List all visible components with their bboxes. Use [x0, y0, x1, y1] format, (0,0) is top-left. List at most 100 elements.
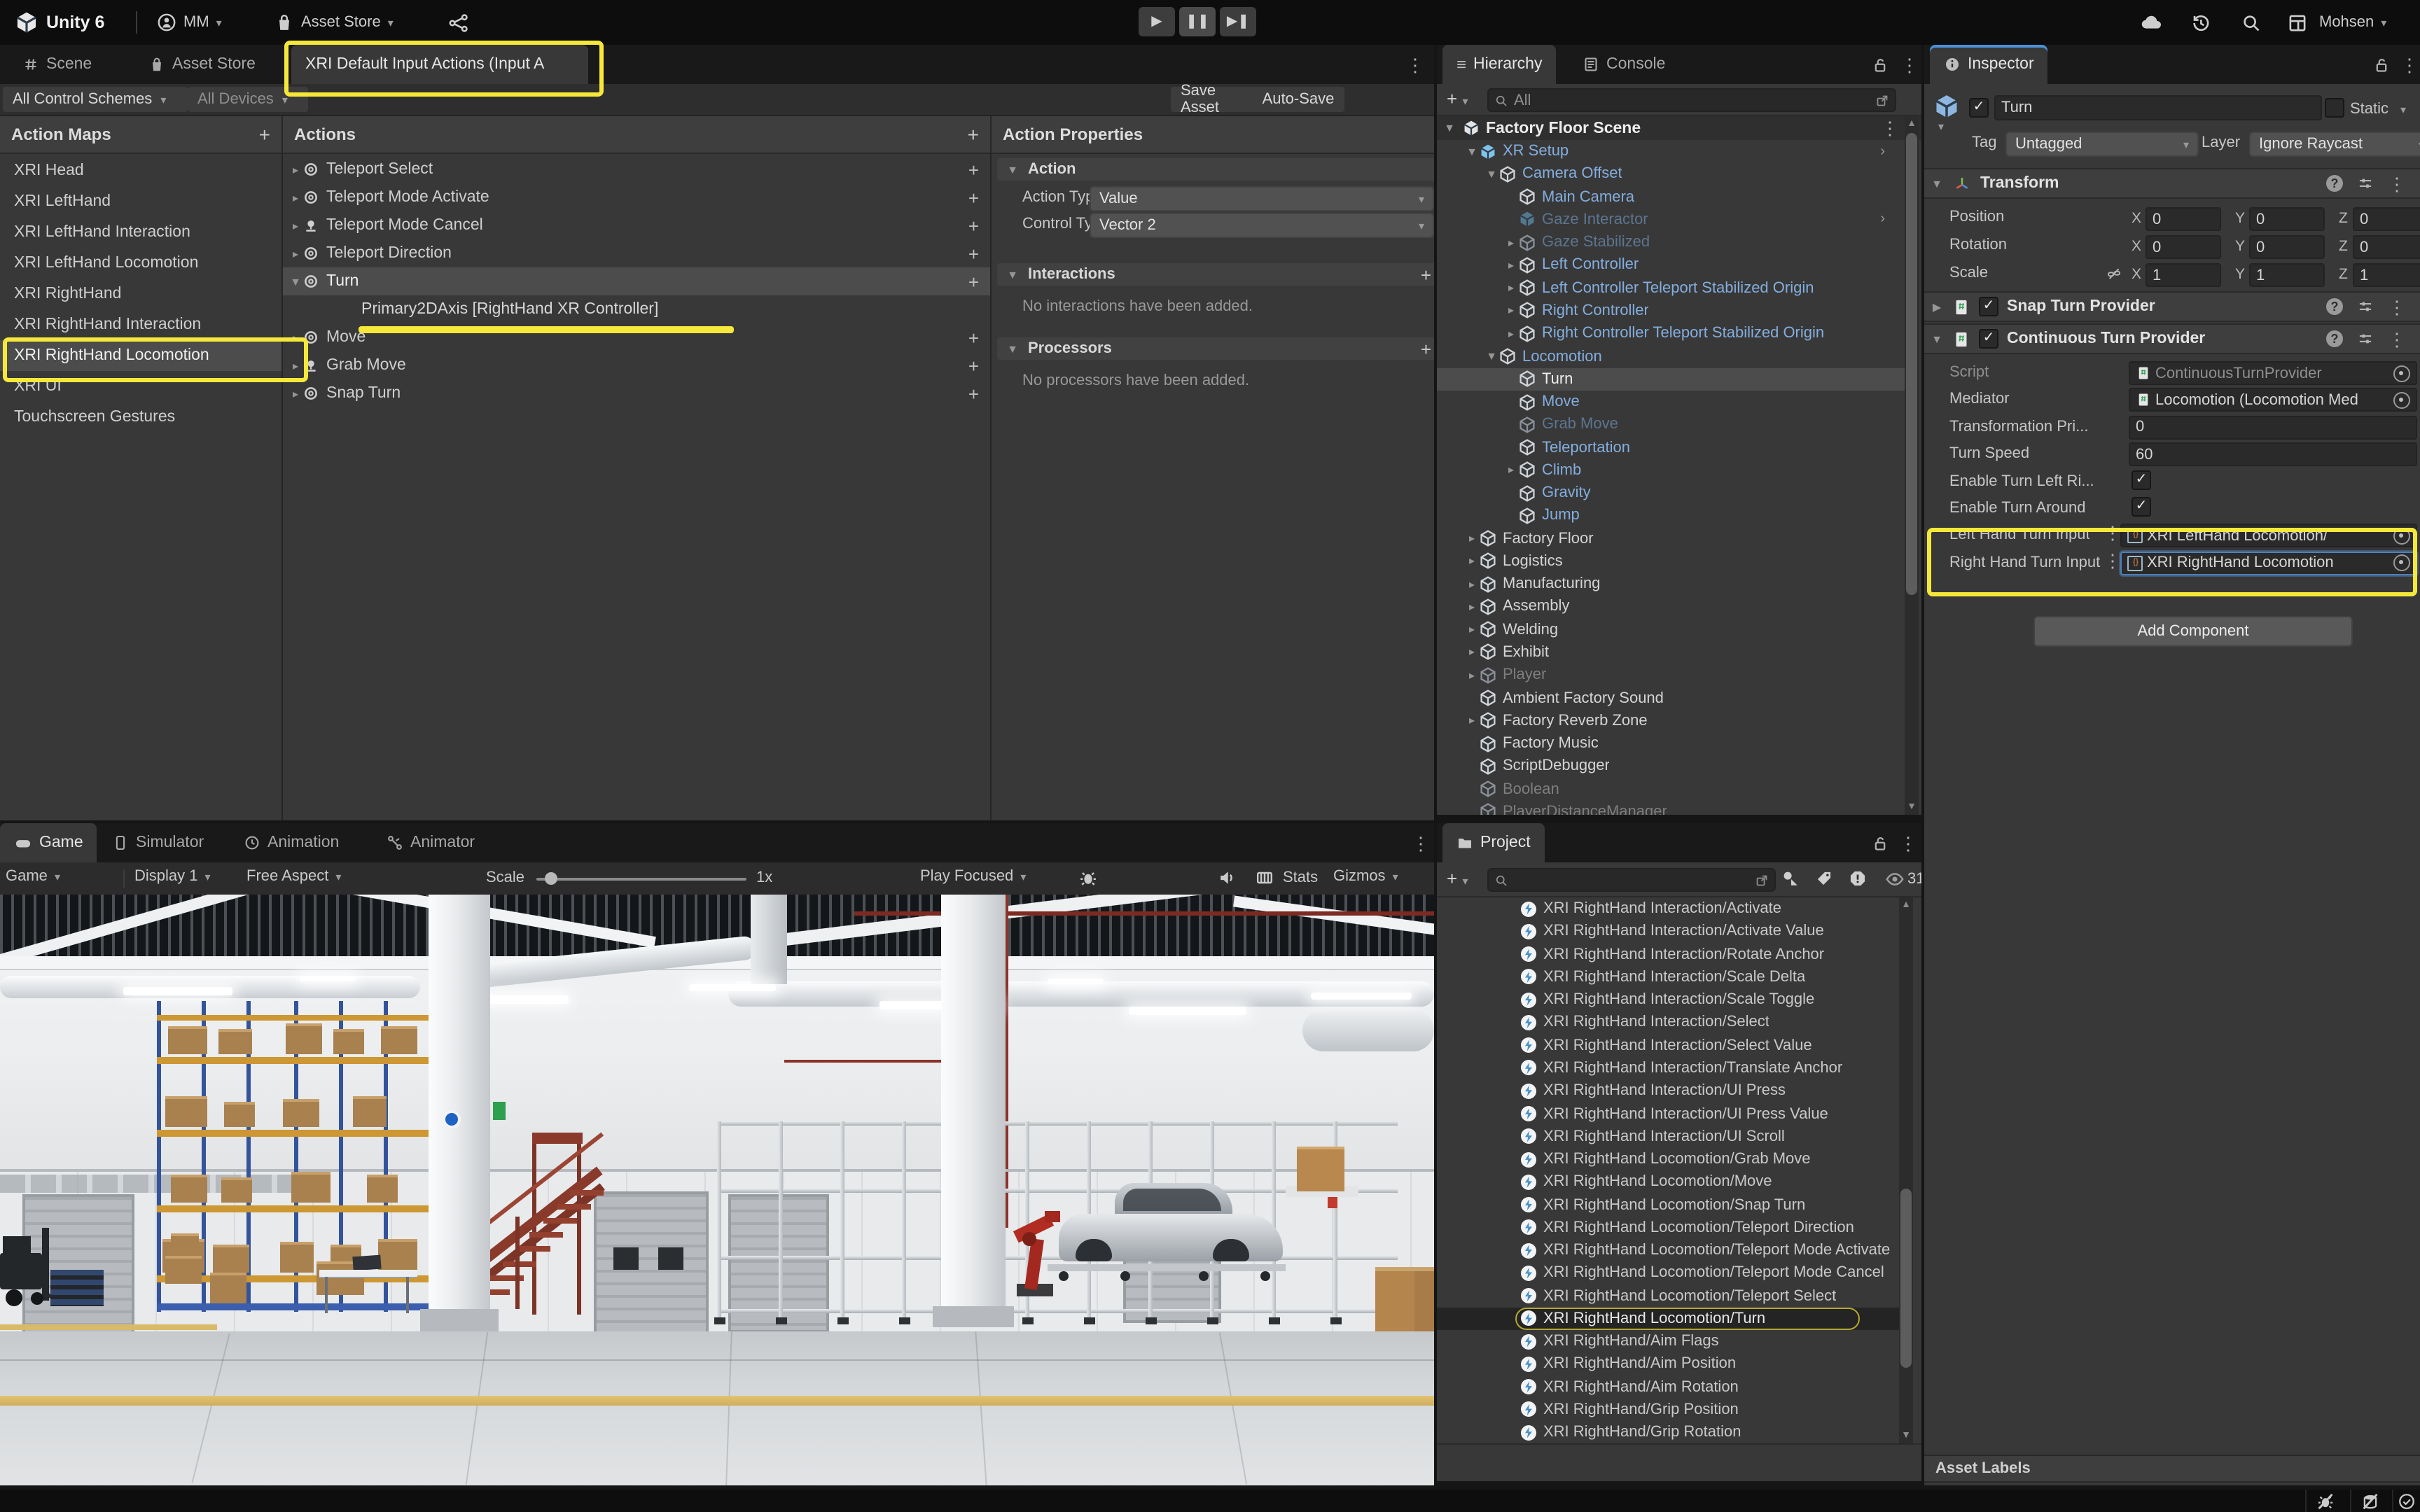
- add-binding-button[interactable]: +: [968, 159, 979, 180]
- binding-item[interactable]: Primary2DAxis [RightHand XR Controller]: [283, 295, 990, 323]
- component-enabled-checkbox[interactable]: ✓: [1979, 297, 1998, 316]
- hierarchy-create-button[interactable]: + ▾: [1447, 88, 1468, 109]
- expand-arrow-icon[interactable]: ▸: [1465, 623, 1479, 636]
- hierarchy-item-xr-setup[interactable]: ▼XR Setup›: [1437, 140, 1905, 163]
- help-icon[interactable]: ?: [2326, 330, 2343, 347]
- debug-bug-icon[interactable]: [1078, 868, 1098, 888]
- project-item[interactable]: XRI RightHand Interaction/Activate Value: [1437, 920, 1899, 944]
- tab-hierarchy[interactable]: ≡Hierarchy: [1442, 45, 1556, 84]
- game-kebab-icon[interactable]: ⋮: [1412, 834, 1430, 853]
- control-schemes-dropdown[interactable]: All Control Schemes▾: [3, 87, 188, 112]
- action-map-item[interactable]: XRI RightHand: [0, 279, 281, 309]
- transform-scale-y-field[interactable]: 1: [2249, 263, 2325, 287]
- scale-link-icon[interactable]: [2106, 266, 2122, 281]
- object-picker-icon[interactable]: [2393, 528, 2410, 545]
- inspector-kebab-icon[interactable]: ⋮: [2400, 56, 2419, 74]
- lock-icon[interactable]: [2372, 56, 2391, 74]
- pause-button[interactable]: ❚❚: [1179, 7, 1216, 36]
- project-item[interactable]: XRI RightHand Interaction/Rotate Anchor: [1437, 943, 1899, 966]
- label-filter-icon[interactable]: [1815, 869, 1833, 888]
- component-enabled-checkbox[interactable]: ✓: [1979, 329, 1998, 349]
- expand-arrow-icon[interactable]: ▸: [1504, 304, 1518, 317]
- project-item[interactable]: XRI RightHand Locomotion/Teleport Select: [1437, 1284, 1899, 1308]
- help-icon[interactable]: ?: [2326, 175, 2343, 192]
- auto-save-toggle[interactable]: Auto-Save: [1252, 87, 1344, 112]
- hierarchy-item-left-controller-teleport-stabilized-origin[interactable]: ▸Left Controller Teleport Stabilized Ori…: [1437, 276, 1905, 300]
- project-item[interactable]: XRI RightHand Interaction/UI Press Value: [1437, 1102, 1899, 1126]
- action-section-header[interactable]: ▼Action: [997, 158, 1440, 181]
- continuous-turn-provider-header[interactable]: ▼ ✓ Continuous Turn Provider ? ⋮: [1924, 323, 2420, 354]
- project-item[interactable]: XRI RightHand Interaction/Activate: [1437, 897, 1899, 920]
- transform-rotation-z-field[interactable]: 0: [2353, 235, 2420, 259]
- add-processor-button[interactable]: +: [1421, 338, 1431, 359]
- scale-slider[interactable]: [536, 878, 746, 881]
- presets-icon[interactable]: [2357, 298, 2374, 315]
- static-checkbox[interactable]: [2325, 98, 2344, 118]
- aspect-dropdown[interactable]: Free Aspect▾: [246, 868, 341, 885]
- action-map-item[interactable]: XRI UI: [0, 371, 281, 402]
- action-item[interactable]: ▸Teleport Mode Activate+: [283, 183, 990, 211]
- expand-arrow-icon[interactable]: ▸: [1504, 464, 1518, 477]
- icon-picker-caret[interactable]: ▾: [1938, 120, 1944, 133]
- help-icon[interactable]: ?: [2326, 298, 2343, 315]
- game-viewport[interactable]: [0, 895, 1434, 1485]
- add-action-map-button[interactable]: +: [259, 123, 270, 146]
- debugger-disabled-icon[interactable]: [2316, 1492, 2335, 1511]
- search-icon[interactable]: [2241, 0, 2262, 45]
- hierarchy-item-gravity[interactable]: Gravity: [1437, 482, 1905, 505]
- static-caret[interactable]: ▾: [2400, 104, 2406, 116]
- scale-slider-knob[interactable]: [545, 872, 557, 885]
- expand-arrow-icon[interactable]: ▼: [1465, 145, 1479, 158]
- expand-arrow-icon[interactable]: ▸: [1465, 646, 1479, 659]
- add-interaction-button[interactable]: +: [1421, 264, 1431, 285]
- hierarchy-item-grab-move[interactable]: Grab Move: [1437, 413, 1905, 436]
- action-type-dropdown[interactable]: Value▾: [1090, 186, 1434, 211]
- project-kebab-icon[interactable]: ⋮: [1899, 834, 1917, 853]
- project-item[interactable]: XRI RightHand/Aim Position: [1437, 1353, 1899, 1376]
- action-item[interactable]: ▸Snap Turn+: [283, 379, 990, 407]
- component-kebab-icon[interactable]: ⋮: [2388, 330, 2406, 348]
- expand-arrow-icon[interactable]: ▸: [1465, 555, 1479, 568]
- gameobject-name-field[interactable]: Turn: [1994, 95, 2322, 120]
- add-action-button[interactable]: +: [968, 123, 979, 146]
- hierarchy-item-playerdistancemanager[interactable]: PlayerDistanceManager: [1437, 800, 1905, 815]
- hierarchy-item-gaze-interactor[interactable]: Gaze Interactor›: [1437, 209, 1905, 232]
- mute-audio-icon[interactable]: [1217, 868, 1237, 888]
- hierarchy-item-boolean[interactable]: Boolean: [1437, 778, 1905, 801]
- add-binding-button[interactable]: +: [968, 243, 979, 264]
- project-item[interactable]: XRI RightHand/Aim Rotation: [1437, 1376, 1899, 1399]
- layer-dropdown[interactable]: Ignore Raycast▾: [2249, 132, 2420, 157]
- action-map-item[interactable]: Touchscreen Gestures: [0, 402, 281, 433]
- hierarchy-item-factory-floor[interactable]: ▸Factory Floor: [1437, 527, 1905, 550]
- prefab-chevron-icon[interactable]: ›: [1880, 212, 1885, 227]
- play-focused-dropdown[interactable]: Play Focused▾: [920, 868, 1026, 885]
- hierarchy-item-right-controller-teleport-stabilized-origin[interactable]: ▸Right Controller Teleport Stabilized Or…: [1437, 322, 1905, 345]
- action-map-item[interactable]: XRI RightHand Locomotion: [0, 340, 281, 371]
- action-map-item[interactable]: XRI RightHand Interaction: [0, 309, 281, 340]
- hierarchy-item-welding[interactable]: ▸Welding: [1437, 618, 1905, 641]
- action-item[interactable]: ▸Teleport Mode Cancel+: [283, 211, 990, 239]
- progress-ok-icon[interactable]: [2398, 1492, 2416, 1511]
- expand-arrow-icon[interactable]: ▸: [1465, 715, 1479, 727]
- input-actions-kebab-icon[interactable]: ⋮: [1406, 56, 1424, 74]
- action-map-item[interactable]: XRI LeftHand Locomotion: [0, 248, 281, 279]
- project-item[interactable]: XRI RightHand Locomotion/Grab Move: [1437, 1148, 1899, 1171]
- transform-rotation-y-field[interactable]: 0: [2249, 235, 2325, 259]
- tab-input-actions[interactable]: XRI Default Input Actions (Input A: [291, 45, 588, 84]
- property-field[interactable]: 60: [2129, 442, 2417, 466]
- project-item[interactable]: XRI RightHand Interaction/UI Press: [1437, 1079, 1899, 1102]
- step-button[interactable]: ▶❚: [1220, 7, 1256, 36]
- expand-arrow-icon[interactable]: ▼: [288, 275, 302, 288]
- tab-animation[interactable]: Animation: [230, 823, 353, 862]
- add-binding-button[interactable]: +: [968, 383, 979, 404]
- interactions-section-header[interactable]: ▼Interactions +: [997, 263, 1440, 286]
- property-checkbox[interactable]: ✓: [2132, 470, 2151, 489]
- property-field[interactable]: 0: [2129, 416, 2417, 440]
- hierarchy-item-factory-reverb-zone[interactable]: ▸Factory Reverb Zone: [1437, 709, 1905, 732]
- open-external-icon[interactable]: [1875, 93, 1889, 107]
- layout-icon[interactable]: [2287, 0, 2308, 45]
- property-options-icon[interactable]: ⋮: [2103, 524, 2122, 542]
- property-options-icon[interactable]: ⋮: [2103, 552, 2122, 570]
- project-item[interactable]: XRI RightHand/Grip Position: [1437, 1399, 1899, 1422]
- gizmos-dropdown[interactable]: Gizmos▾: [1333, 868, 1398, 885]
